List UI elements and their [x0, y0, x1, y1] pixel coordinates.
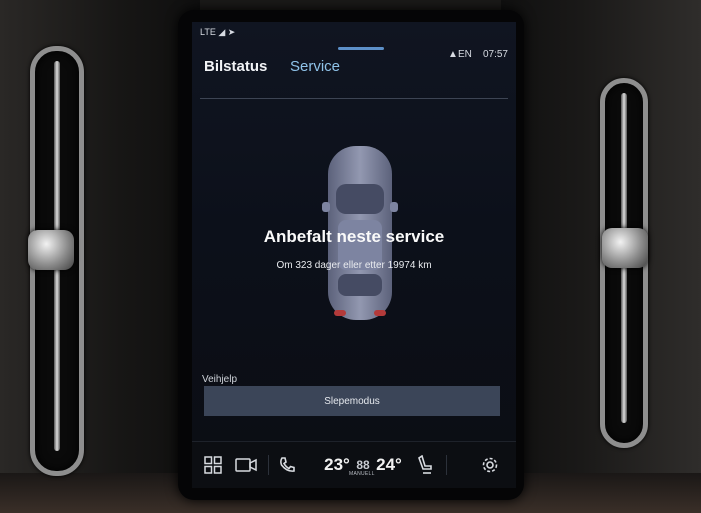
temp-right-value: 24° [376, 455, 402, 474]
tab-bar: Bilstatus Service [204, 58, 504, 82]
climate-bar: 23° 88 MANUELL 24° [192, 441, 516, 488]
tow-mode-button[interactable]: Slepemodus [204, 386, 500, 416]
service-title: Anbefalt neste service [263, 227, 445, 246]
temp-left-value: 23° [324, 455, 350, 474]
temp-right[interactable]: 24° [374, 453, 404, 477]
service-detail: Om 323 dager eller etter 19974 km [276, 260, 432, 271]
location-icon: ➤ [227, 27, 236, 37]
roadside-label: Veihjelp [202, 374, 238, 385]
network-label: LTE [200, 27, 216, 37]
camera-icon[interactable] [234, 453, 258, 477]
header-divider [200, 98, 508, 99]
dock-separator [268, 455, 269, 475]
tab-bilstatus[interactable]: Bilstatus [204, 58, 267, 75]
fan-level-value: 88 [356, 458, 370, 472]
tab-service[interactable]: Service [290, 58, 340, 75]
infotainment-screen: LTE ◢ ➤ ▲EN 07:57 Bilstatus Service Anbe… [192, 22, 516, 488]
dock-separator [446, 455, 447, 475]
status-bar: LTE ◢ ➤ ▲EN 07:57 [192, 22, 516, 60]
pull-down-handle[interactable] [338, 47, 384, 50]
gear-icon[interactable] [478, 453, 502, 477]
vent-knob-right[interactable] [602, 228, 648, 268]
vent-knob-left[interactable] [28, 230, 74, 270]
climate-mode: MANUELL [349, 471, 375, 477]
network-status: LTE ◢ ➤ [200, 27, 235, 38]
signal-icon: ◢ [218, 27, 226, 37]
temp-left[interactable]: 23° [322, 453, 352, 477]
seat-heat-icon[interactable] [414, 453, 436, 477]
home-grid-icon[interactable] [202, 453, 224, 477]
phone-icon[interactable] [276, 453, 298, 477]
